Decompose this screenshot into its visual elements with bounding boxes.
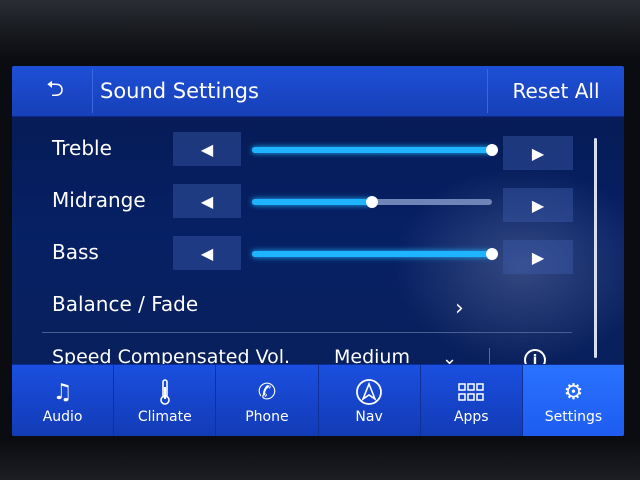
apps-grid-icon: [458, 377, 485, 407]
infotainment-screen: ⮌ Sound Settings Reset All Treble ◀ ▶ Mi…: [12, 66, 624, 436]
arrow-right-icon: ▶: [531, 247, 545, 267]
arrow-left-icon: ◀: [200, 243, 214, 263]
nav-tab-label: Audio: [42, 409, 83, 425]
treble-label: Treble: [52, 136, 112, 160]
gears-icon: ⚙: [563, 379, 584, 405]
back-button[interactable]: ⮌: [18, 69, 93, 113]
midrange-increase-button[interactable]: ▶: [503, 188, 573, 222]
header-bar: ⮌ Sound Settings Reset All: [12, 66, 624, 117]
scrollbar[interactable]: [594, 138, 597, 358]
reset-all-button[interactable]: Reset All: [487, 69, 624, 113]
nav-tab-settings[interactable]: ⚙ Settings: [522, 365, 624, 436]
midrange-label: Midrange: [52, 188, 146, 212]
midrange-slider[interactable]: [252, 196, 492, 208]
nav-tab-audio[interactable]: ♫ Audio: [12, 365, 115, 436]
treble-slider[interactable]: [252, 144, 498, 156]
midrange-slider-fill: [252, 199, 372, 205]
bass-slider[interactable]: [252, 248, 498, 260]
balance-fade-item[interactable]: Balance / Fade: [52, 292, 198, 316]
music-note-icon: ♫: [52, 379, 73, 405]
thermometer-icon: [159, 377, 171, 407]
treble-slider-fill: [252, 147, 492, 153]
nav-tab-label: Climate: [137, 409, 192, 425]
arrow-left-icon: ◀: [200, 139, 214, 159]
page-title: Sound Settings: [100, 79, 259, 103]
divider: [42, 332, 572, 333]
nav-tab-phone[interactable]: ✆ Phone: [216, 365, 319, 436]
back-arrow-icon: ⮌: [46, 77, 64, 102]
midrange-decrease-button[interactable]: ◀: [173, 184, 241, 218]
nav-tab-climate[interactable]: Climate: [114, 365, 217, 436]
dashboard-bezel-top: [0, 0, 640, 62]
bass-increase-button[interactable]: ▶: [503, 240, 573, 274]
bass-label: Bass: [52, 240, 99, 264]
arrow-left-icon: ◀: [200, 191, 214, 211]
navigation-arrow-icon: [355, 377, 383, 407]
bass-decrease-button[interactable]: ◀: [173, 236, 241, 270]
chevron-right-icon: ›: [455, 296, 464, 321]
treble-slider-handle[interactable]: [486, 144, 498, 156]
nav-tab-label: Settings: [544, 409, 603, 425]
arrow-right-icon: ▶: [531, 195, 545, 215]
treble-increase-button[interactable]: ▶: [503, 136, 573, 170]
nav-tab-label: Phone: [245, 409, 289, 425]
bottom-nav-bar: ♫ Audio Climate ✆ Phone Nav Apps ⚙ Setti…: [12, 364, 624, 436]
midrange-slider-handle[interactable]: [366, 196, 378, 208]
bass-slider-handle[interactable]: [486, 248, 498, 260]
nav-tab-nav[interactable]: Nav: [319, 365, 421, 436]
nav-tab-label: Nav: [355, 409, 383, 425]
bass-slider-fill: [252, 251, 492, 257]
nav-tab-label: Apps: [453, 409, 489, 425]
arrow-right-icon: ▶: [531, 143, 545, 163]
nav-tab-apps[interactable]: Apps: [421, 365, 523, 436]
dashboard-bezel-bottom: [0, 440, 640, 480]
phone-icon: ✆: [257, 379, 277, 405]
treble-decrease-button[interactable]: ◀: [173, 132, 241, 166]
